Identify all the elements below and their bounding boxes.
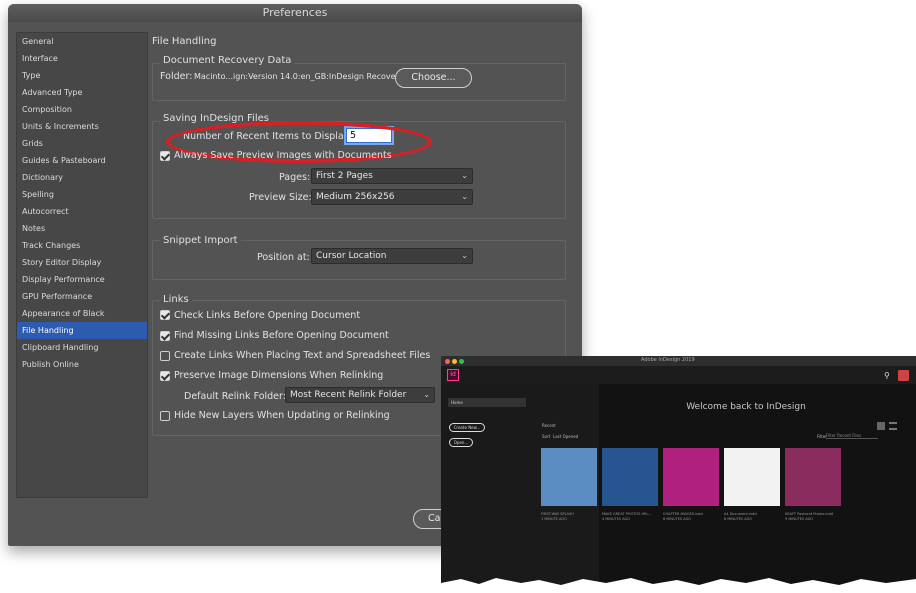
sidebar-item-spelling[interactable]: Spelling: [17, 186, 147, 203]
sidebar-item-grids[interactable]: Grids: [17, 135, 147, 152]
sidebar-item-notes[interactable]: Notes: [17, 220, 147, 237]
file-meta: 8 MINUTES AGO: [724, 517, 753, 521]
file-meta: 6 MINUTES AGO: [663, 517, 692, 521]
sidebar-item-units-increments[interactable]: Units & Increments: [17, 118, 147, 135]
file-name: MAKE GREAT PHOTOS HEL...: [602, 512, 652, 516]
choose-button[interactable]: Choose...: [395, 68, 472, 88]
sort-value[interactable]: Last Opened: [553, 434, 578, 439]
default-relink-value: Most Recent Relink Folder: [290, 390, 407, 400]
find-missing-checkbox[interactable]: [160, 331, 170, 341]
welcome-heading: Welcome back to InDesign: [686, 402, 806, 412]
create-links-label: Create Links When Placing Text and Sprea…: [174, 350, 431, 361]
pages-select-value: First 2 Pages: [316, 171, 373, 181]
find-missing-label: Find Missing Links Before Opening Docume…: [174, 330, 389, 341]
chevron-down-icon: ⌄: [461, 251, 468, 260]
recent-file-caption: FIRST-WAY SPLASH 1 MINUTE AGO: [541, 512, 601, 522]
create-new-button[interactable]: Create New...: [449, 423, 485, 432]
sidebar-item-dictionary[interactable]: Dictionary: [17, 169, 147, 186]
recent-file-caption: CHAPTER IMAGES.indd 6 MINUTES AGO: [663, 512, 723, 522]
folder-label: Folder:: [160, 71, 193, 82]
sidebar-item-composition[interactable]: Composition: [17, 101, 147, 118]
indesign-menubar: Adobe InDesign 2019: [441, 356, 916, 366]
position-select[interactable]: Cursor Location ⌄: [311, 248, 473, 264]
sidebar-item-appearance-of-black[interactable]: Appearance of Black: [17, 305, 147, 322]
search-icon[interactable]: ⚲: [884, 371, 890, 380]
hide-new-layers-label: Hide New Layers When Updating or Relinki…: [174, 410, 390, 421]
close-dot[interactable]: [445, 359, 450, 364]
sidebar-item-guides-pasteboard[interactable]: Guides & Pasteboard: [17, 152, 147, 169]
sidebar-item-clipboard-handling[interactable]: Clipboard Handling: [17, 339, 147, 356]
file-meta: 4 MINUTES AGO: [602, 517, 631, 521]
preview-size-select[interactable]: Medium 256x256 ⌄: [311, 189, 473, 205]
preserve-dimensions-label: Preserve Image Dimensions When Relinking: [174, 370, 384, 381]
chevron-down-icon: ⌄: [461, 171, 468, 180]
indesign-toolbar: [441, 366, 916, 384]
file-name: A4 Document.indd: [724, 512, 757, 516]
section-title: File Handling: [152, 36, 217, 47]
sidebar-item-gpu-performance[interactable]: GPU Performance: [17, 288, 147, 305]
position-select-value: Cursor Location: [316, 251, 387, 261]
grid-view-icon[interactable]: [877, 422, 885, 430]
filter-input[interactable]: Filter Recent Files: [826, 433, 878, 439]
sidebar-item-track-changes[interactable]: Track Changes: [17, 237, 147, 254]
recent-label: Recent: [542, 423, 556, 428]
file-name: CHAPTER IMAGES.indd: [663, 512, 703, 516]
recent-file-caption: A4 Document.indd 8 MINUTES AGO: [724, 512, 784, 522]
recent-file-thumbnail[interactable]: [785, 448, 841, 506]
avatar[interactable]: [898, 370, 909, 381]
chevron-down-icon: ⌄: [461, 192, 468, 201]
sidebar-item-interface[interactable]: Interface: [17, 50, 147, 67]
position-label: Position at:: [257, 252, 310, 263]
indesign-window-title: Adobe InDesign 2019: [641, 357, 695, 363]
list-view-icon[interactable]: [889, 422, 897, 430]
sidebar-item-autocorrect[interactable]: Autocorrect: [17, 203, 147, 220]
recent-file-thumbnail[interactable]: [663, 448, 719, 506]
recent-file-thumbnail[interactable]: [724, 448, 780, 506]
indesign-welcome-window: Adobe InDesign 2019 Id ⚲ Home Create New…: [441, 356, 916, 593]
recent-file-caption: MAKE GREAT PHOTOS HEL... 4 MINUTES AGO: [602, 512, 662, 522]
recent-file-thumbnail[interactable]: [602, 448, 658, 506]
sort-label: Sort: [542, 434, 551, 439]
sidebar-item-advanced-type[interactable]: Advanced Type: [17, 84, 147, 101]
recent-file-caption: KRAFT Postcard Promo.indd 9 MINUTES AGO: [785, 512, 845, 522]
chevron-down-icon: ⌄: [423, 390, 430, 399]
links-group-label: Links: [160, 294, 192, 305]
zoom-dot[interactable]: [459, 359, 464, 364]
indesign-logo: Id: [447, 369, 459, 381]
preview-size-label: Preview Size:: [249, 192, 312, 203]
sidebar-item-story-editor-display[interactable]: Story Editor Display: [17, 254, 147, 271]
sidebar-item-file-handling[interactable]: File Handling: [17, 322, 147, 339]
file-meta: 1 MINUTE AGO: [541, 517, 567, 521]
sidebar-item-type[interactable]: Type: [17, 67, 147, 84]
file-meta: 9 MINUTES AGO: [785, 517, 814, 521]
check-links-checkbox[interactable]: [160, 310, 170, 320]
window-title: Preferences: [8, 4, 582, 22]
minimize-dot[interactable]: [452, 359, 457, 364]
home-nav-item[interactable]: Home: [448, 398, 526, 407]
pages-label: Pages:: [279, 172, 311, 183]
preview-size-value: Medium 256x256: [316, 192, 395, 202]
always-save-checkbox[interactable]: [160, 151, 170, 161]
folder-path: Macinto...ign:Version 14.0:en_GB:InDesig…: [194, 72, 404, 81]
open-button[interactable]: Open...: [449, 438, 473, 447]
sidebar-item-general[interactable]: General: [17, 33, 147, 50]
always-save-label: Always Save Preview Images with Document…: [174, 150, 392, 161]
default-relink-select[interactable]: Most Recent Relink Folder ⌄: [285, 387, 435, 403]
check-links-label: Check Links Before Opening Document: [174, 310, 361, 321]
recovery-group: [152, 63, 566, 101]
snippet-group-label: Snippet Import: [160, 235, 241, 246]
file-name: KRAFT Postcard Promo.indd: [785, 512, 834, 516]
file-name: FIRST-WAY SPLASH: [541, 512, 574, 516]
hide-new-layers-checkbox[interactable]: [160, 411, 170, 421]
recovery-group-label: Document Recovery Data: [160, 55, 295, 66]
preserve-dimensions-checkbox[interactable]: [160, 371, 170, 381]
torn-paper-edge: [441, 578, 916, 593]
sidebar-item-display-performance[interactable]: Display Performance: [17, 271, 147, 288]
default-relink-label: Default Relink Folder:: [184, 391, 286, 402]
sidebar-item-publish-online[interactable]: Publish Online: [17, 356, 147, 373]
recent-file-thumbnail[interactable]: [541, 448, 597, 506]
preferences-sidebar: General Interface Type Advanced Type Com…: [16, 32, 148, 498]
create-links-checkbox[interactable]: [160, 351, 170, 361]
pages-select[interactable]: First 2 Pages ⌄: [311, 168, 473, 184]
